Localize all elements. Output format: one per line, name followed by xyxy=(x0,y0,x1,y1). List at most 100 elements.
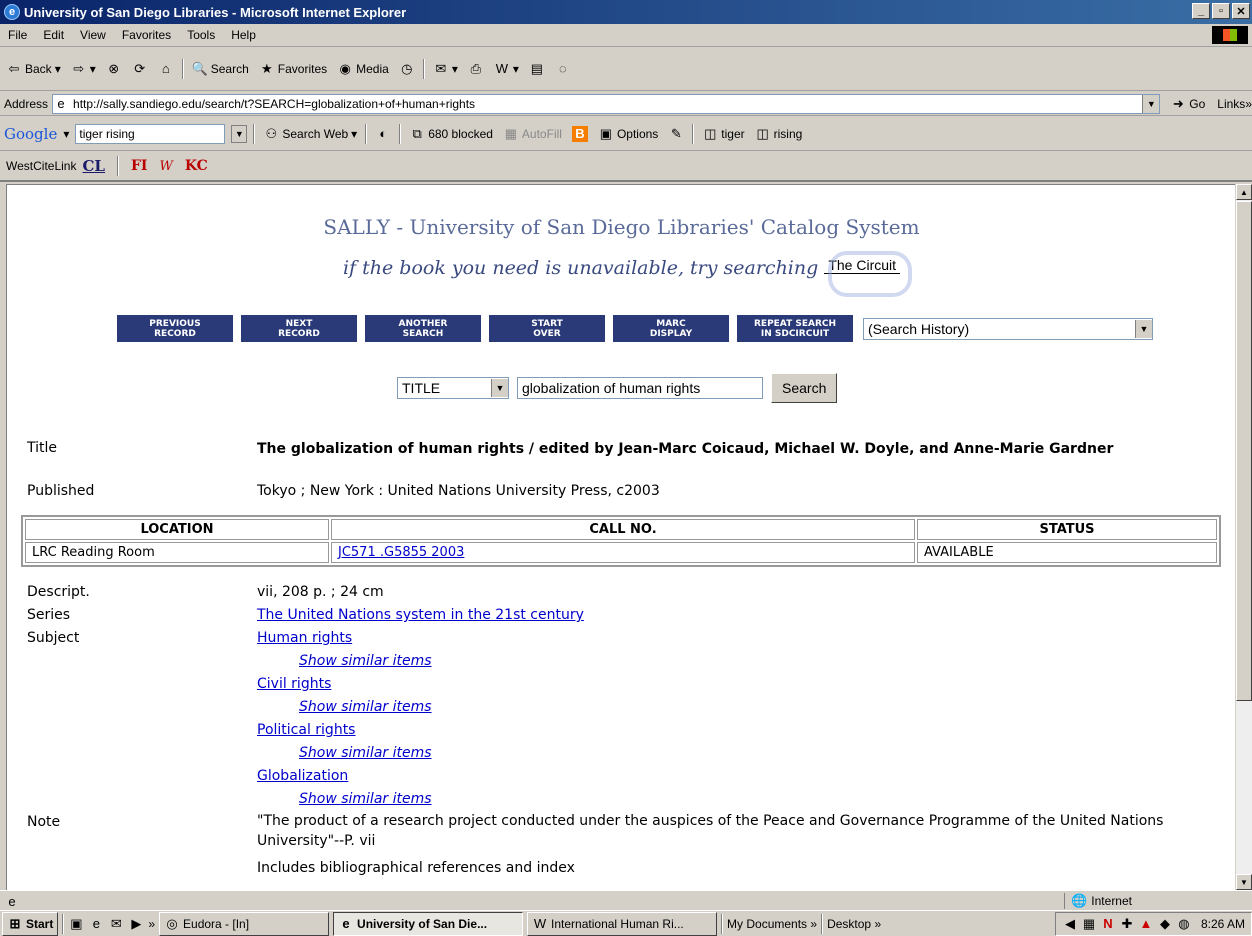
show-similar-link[interactable]: Show similar items xyxy=(299,696,432,719)
subject-link[interactable]: Civil rights xyxy=(257,673,331,696)
cl-button[interactable]: CL xyxy=(82,157,105,175)
tray-app-icon[interactable]: ◆ xyxy=(1157,916,1173,932)
subject-link[interactable]: Human rights xyxy=(257,627,352,650)
network-icon[interactable]: ▦ xyxy=(1081,916,1097,932)
table-row: LRC Reading Room JC571 .G5855 2003 AVAIL… xyxy=(25,542,1217,563)
scroll-down-button[interactable]: ▼ xyxy=(1236,874,1252,890)
menu-help[interactable]: Help xyxy=(223,28,264,42)
next-record-button[interactable]: Next Record xyxy=(241,315,357,342)
media-button[interactable]: ◉ Media xyxy=(335,61,391,77)
menu-tools[interactable]: Tools xyxy=(179,28,223,42)
repeat-search-button[interactable]: Repeat Search in SDCircuit xyxy=(737,315,853,342)
circuit-logo[interactable]: The Circuit xyxy=(824,251,912,297)
my-documents-toolbar[interactable]: My Documents » xyxy=(727,917,817,931)
ati-icon[interactable]: ▲ xyxy=(1138,916,1154,932)
close-button[interactable]: ✕ xyxy=(1232,3,1250,19)
refresh-icon: ⟳ xyxy=(134,60,146,76)
note2-row: Includes bibliographical references and … xyxy=(27,857,1227,880)
start-over-button[interactable]: Start Over xyxy=(489,315,605,342)
menu-bar: File Edit View Favorites Tools Help xyxy=(0,24,1252,47)
links-button[interactable]: Links xyxy=(1217,97,1245,111)
menu-file[interactable]: File xyxy=(0,28,35,42)
stop-button[interactable]: ⊗ xyxy=(104,61,124,77)
search-submit-button[interactable]: Search xyxy=(771,373,838,403)
norton-icon[interactable]: N xyxy=(1100,916,1116,932)
address-dropdown[interactable]: ▼ xyxy=(1142,94,1160,113)
published-value: Tokyo ; New York : United Nations Univer… xyxy=(257,483,660,499)
clock[interactable]: 8:26 AM xyxy=(1201,917,1245,931)
messenger-button[interactable]: ◌ xyxy=(553,61,573,77)
toolbar-separator xyxy=(399,123,402,144)
favorites-button[interactable]: ★ Favorites xyxy=(257,61,329,77)
go-button[interactable]: ➜ Go xyxy=(1168,96,1207,112)
home-button[interactable]: ⌂ xyxy=(156,61,176,77)
desktop-toolbar[interactable]: Desktop » xyxy=(827,917,881,931)
taskbar-item-word[interactable]: W International Human Ri... xyxy=(527,911,718,936)
blogger-button[interactable]: B xyxy=(570,125,590,142)
fi-button[interactable]: FI xyxy=(131,158,148,174)
back-button[interactable]: ⇦ Back ▾ xyxy=(4,61,63,77)
menu-favorites[interactable]: Favorites xyxy=(114,28,179,42)
series-row: Series The United Nations system in the … xyxy=(27,604,1227,627)
options-button[interactable]: ▣ Options xyxy=(596,126,660,142)
chevron-right-icon[interactable]: » xyxy=(148,917,155,931)
taskbar-item-eudora[interactable]: ◎ Eudora - [In] xyxy=(159,911,330,936)
search-history-select[interactable]: (Search History) ▼ xyxy=(863,317,1153,340)
maximize-button[interactable]: ▫ xyxy=(1212,3,1230,19)
google-search-input[interactable]: tiger rising xyxy=(75,123,226,144)
scrollbar-thumb[interactable] xyxy=(1236,201,1252,701)
address-input[interactable]: e http://sally.sandiego.edu/search/t?SEA… xyxy=(52,93,1161,114)
tray-app-icon[interactable]: ◍ xyxy=(1176,916,1192,932)
find-tiger-button[interactable]: ◫ tiger xyxy=(700,126,746,142)
menu-edit[interactable]: Edit xyxy=(35,28,72,42)
edit-button[interactable]: W ▾ xyxy=(492,61,521,77)
show-similar-link[interactable]: Show similar items xyxy=(299,650,432,673)
column-header: STATUS xyxy=(917,519,1217,540)
highlight-button[interactable]: ✎ xyxy=(666,126,686,142)
kc-button[interactable]: KC xyxy=(185,158,208,174)
chevron-down-icon[interactable]: ▼ xyxy=(1135,319,1152,338)
ie-quicklaunch-icon[interactable]: e xyxy=(88,916,104,932)
subject-link[interactable]: Globalization xyxy=(257,765,348,788)
volume-icon[interactable]: ◀ xyxy=(1062,916,1078,932)
subject-link[interactable]: Political rights xyxy=(257,719,355,742)
google-logo[interactable]: Google xyxy=(4,125,57,143)
previous-record-button[interactable]: Previous Record xyxy=(117,315,233,342)
google-dropdown[interactable]: ▼ xyxy=(231,124,248,143)
scroll-up-button[interactable]: ▲ xyxy=(1236,184,1252,200)
another-search-button[interactable]: Another Search xyxy=(365,315,481,342)
popup-blocker-button[interactable]: ⧉ 680 blocked xyxy=(407,126,495,142)
forward-button[interactable]: ⇨ ▾ xyxy=(69,61,98,77)
print-button[interactable]: ⎙ xyxy=(466,61,486,77)
pagerank-button[interactable]: ◐ xyxy=(373,126,393,142)
google-toolbar: Google ▾ tiger rising ▼ ⚇ Search Web ▾ ◐ … xyxy=(0,117,1252,151)
marc-display-button[interactable]: MARC Display xyxy=(613,315,729,342)
refresh-button[interactable]: ⟳ xyxy=(130,61,150,77)
discuss-button[interactable]: ▤ xyxy=(527,61,547,77)
media-player-icon[interactable]: ▶ xyxy=(128,916,144,932)
messenger-tray-icon[interactable]: ✚ xyxy=(1119,916,1135,932)
outlook-quicklaunch-icon[interactable]: ✉ xyxy=(108,916,124,932)
minimize-button[interactable]: _ xyxy=(1192,3,1210,19)
vertical-scrollbar[interactable]: ▲ ▼ xyxy=(1235,184,1252,890)
menu-view[interactable]: View xyxy=(72,28,114,42)
find-rising-button[interactable]: ◫ rising xyxy=(753,126,805,142)
search-button[interactable]: 🔍 Search xyxy=(190,61,251,77)
globe-icon: 🌐 xyxy=(1071,893,1088,908)
show-similar-link[interactable]: Show similar items xyxy=(299,788,432,811)
autofill-button[interactable]: ▦ AutoFill xyxy=(501,126,564,142)
show-similar-link[interactable]: Show similar items xyxy=(299,742,432,765)
search-input[interactable]: globalization of human rights xyxy=(517,377,763,399)
show-desktop-icon[interactable]: ▣ xyxy=(68,916,84,932)
mail-button[interactable]: ✉ ▾ xyxy=(431,61,460,77)
search-web-button[interactable]: ⚇ Search Web ▾ xyxy=(261,126,359,142)
subject-row: Subject Human rights xyxy=(27,627,1227,650)
history-button[interactable]: ◷ xyxy=(397,61,417,77)
search-type-select[interactable]: TITLE ▼ xyxy=(397,377,509,399)
taskbar-item-ie[interactable]: e University of San Die... xyxy=(333,911,524,936)
chevron-down-icon[interactable]: ▼ xyxy=(491,379,508,397)
call-no-link[interactable]: JC571 .G5855 2003 xyxy=(338,545,464,560)
start-button[interactable]: ⊞ Start xyxy=(2,911,59,936)
series-link[interactable]: The United Nations system in the 21st ce… xyxy=(257,604,584,627)
westlaw-icon[interactable]: W xyxy=(159,159,172,174)
